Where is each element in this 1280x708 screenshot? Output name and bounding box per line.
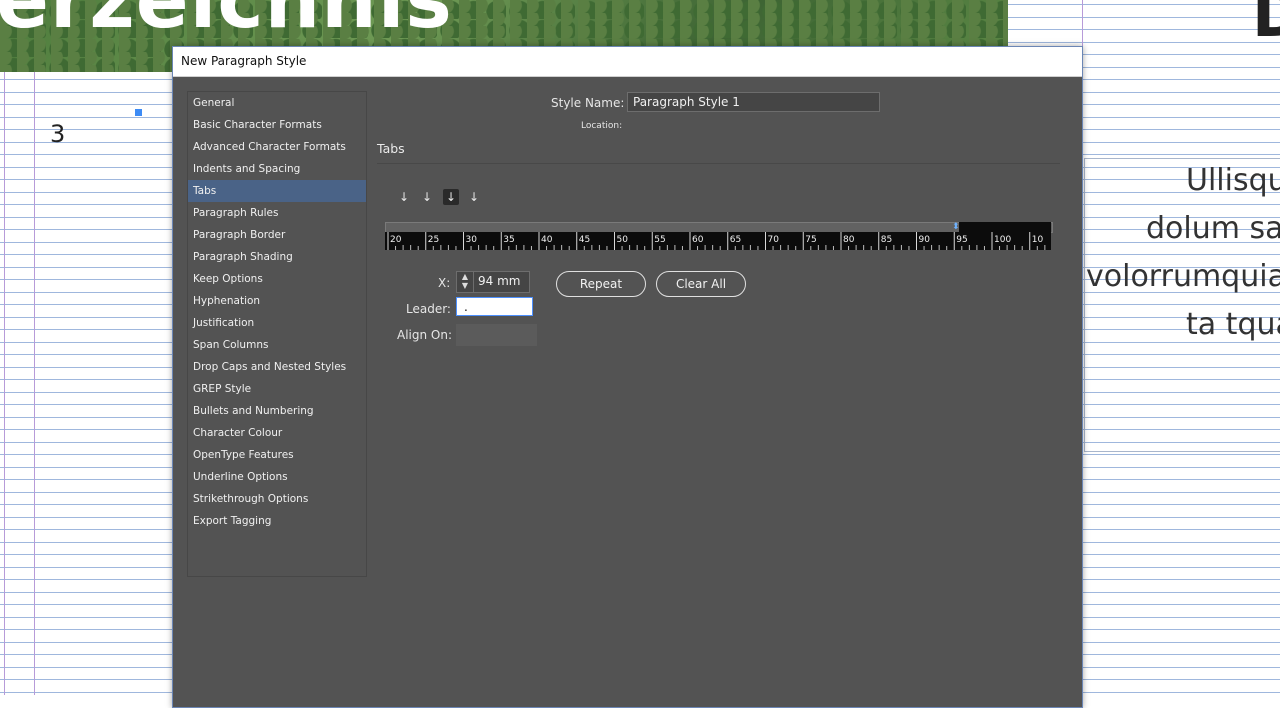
category-item[interactable]: Advanced Character Formats [188,136,366,158]
ruler-label: 40 [541,235,553,245]
body-text-line: volorrumquia [1086,259,1280,294]
text-frame[interactable] [1084,158,1280,452]
category-item[interactable]: Paragraph Shading [188,246,366,268]
align-on-input[interactable] [456,324,537,346]
ruler-label: 30 [466,235,478,245]
category-item[interactable]: Tabs [188,180,366,202]
style-name-label: Style Name: [551,96,625,110]
ruler-label: 10 [1032,235,1044,245]
ruler-label: 45 [579,235,590,245]
category-item[interactable]: Justification [188,312,366,334]
left-justified-tab-icon[interactable]: ↓ [396,189,412,205]
category-item[interactable]: Bullets and Numbering [188,400,366,422]
category-item[interactable]: Basic Character Formats [188,114,366,136]
x-label: X: [438,276,451,290]
category-item[interactable]: Character Colour [188,422,366,444]
align-on-label: Align On: [397,328,453,342]
category-item[interactable]: Keep Options [188,268,366,290]
selection-handle[interactable] [135,109,142,116]
category-item[interactable]: OpenType Features [188,444,366,466]
category-list: General Basic Character Formats Advanced C… [187,91,367,577]
right-heading: D [1252,0,1280,51]
ruler-label: 90 [919,235,931,245]
new-paragraph-style-dialog: New Paragraph Style General Basic Charact… [172,46,1083,708]
right-justified-tab-icon[interactable]: ↓ [443,189,459,205]
body-text-line: dolum sa [1146,211,1280,246]
style-name-input[interactable]: Paragraph Style 1 [627,92,880,112]
category-item[interactable]: GREP Style [188,378,366,400]
section-title: Tabs [377,141,405,156]
category-item[interactable]: Strikethrough Options [188,488,366,510]
tab-ruler-scale[interactable]: 20 25 30 35 40 45 50 55 60 65 70 75 80 85 90 95 100 10 [385,232,1051,250]
category-item[interactable]: General [188,92,366,114]
ruler-label: 60 [692,235,704,245]
ruler-label: 50 [617,235,629,245]
leader-input[interactable]: . [456,297,533,316]
category-item[interactable]: Span Columns [188,334,366,356]
stepper-arrows-icon[interactable]: ▲ ▼ [457,272,474,292]
ruler-label: 20 [390,235,402,245]
ruler-label: 80 [843,235,855,245]
body-text-line: ta tqua [1186,307,1280,342]
tab-stop-marker-icon[interactable]: ⬍ [952,222,960,232]
ruler-label: 70 [768,235,780,245]
ruler-label: 55 [654,235,665,245]
location-label: Location: [581,121,623,131]
section-divider [377,163,1060,164]
hero-title: erzeichnis [0,0,453,46]
category-item[interactable]: Indents and Spacing [188,158,366,180]
repeat-button[interactable]: Repeat [556,271,646,297]
ruler-label: 100 [994,235,1011,245]
category-item[interactable]: Drop Caps and Nested Styles [188,356,366,378]
leader-label: Leader: [406,302,451,316]
clear-all-button[interactable]: Clear All [656,271,746,297]
dialog-title: New Paragraph Style [173,47,1082,77]
ruler-label: 25 [428,235,439,245]
category-item[interactable]: Paragraph Rules [188,202,366,224]
category-item[interactable]: Underline Options [188,466,366,488]
ruler-label: 95 [956,235,967,245]
category-item[interactable]: Hyphenation [188,290,366,312]
x-position-stepper[interactable]: ▲ ▼ 94 mm [456,271,530,293]
ruler-label: 85 [881,235,892,245]
x-position-value: 94 mm [478,274,521,288]
center-justified-tab-icon[interactable]: ↓ [419,189,435,205]
page-number: 3 [50,120,66,148]
ruler-label: 35 [503,235,514,245]
body-text-line: Ullisqu [1186,163,1280,198]
align-to-decimal-tab-icon[interactable]: ↓ [466,189,482,205]
category-item[interactable]: Paragraph Border [188,224,366,246]
ruler-label: 75 [805,235,816,245]
category-item[interactable]: Export Tagging [188,510,366,532]
ruler-label: 65 [730,235,741,245]
